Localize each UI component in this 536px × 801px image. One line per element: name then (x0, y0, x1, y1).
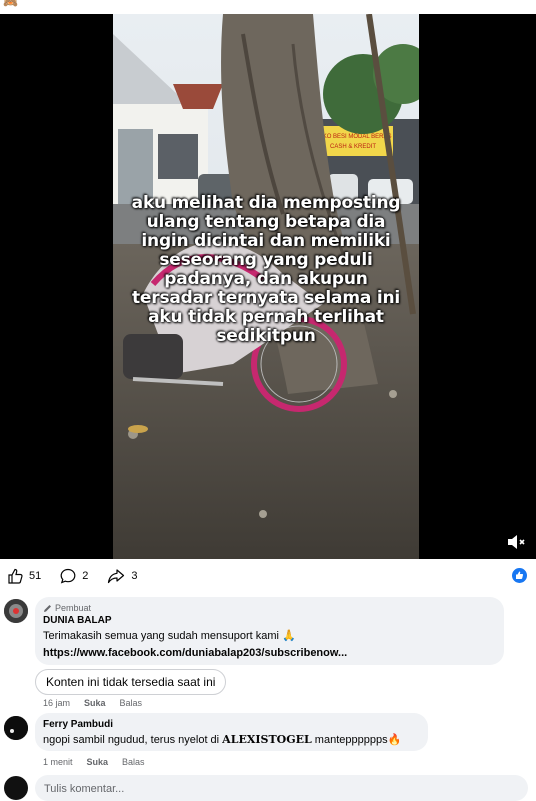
comment-text-bold: ALEXISTOGEL (222, 733, 312, 746)
billboard-text-1: TOKO BESI MODAL BERAS (314, 134, 391, 140)
video-player[interactable]: TOKO BESI MODAL BERAS CASH & KREDIT aku … (0, 14, 536, 559)
action-bar: 51 2 3 (0, 559, 536, 593)
avatar[interactable] (4, 599, 28, 623)
comment-icon (60, 568, 76, 584)
comment-composer: Tulis komentar... (0, 772, 536, 801)
comment-time[interactable]: 1 menit (43, 757, 73, 767)
video-caption: aku melihat dia memposting ulang tentang… (131, 193, 401, 346)
comment-text: Terimakasih semua yang sudah mensuport k… (43, 630, 296, 642)
video-frame: TOKO BESI MODAL BERAS CASH & KREDIT aku … (113, 14, 419, 559)
comment-meta: 16 jam Suka Balas (43, 698, 142, 708)
comment-text-start: ngopi sambil ngudud, terus nyelot di (43, 734, 223, 746)
pencil-icon (44, 604, 51, 612)
comment-text: ngopi sambil ngudud, terus nyelot di ALE… (43, 733, 420, 747)
comment-author[interactable]: Ferry Pambudi (43, 719, 420, 730)
like-count: 51 (29, 570, 42, 582)
billboard-text-2: CASH & KREDIT (330, 144, 376, 150)
badge-label: Pembuat (55, 603, 92, 613)
author-badge: Pembuat (43, 603, 496, 613)
share-count: 3 (131, 570, 138, 582)
comment-bubble: Pembuat DUNIA BALAP Terimakasih semua ya… (35, 597, 504, 665)
comment-like-button[interactable]: Suka (87, 757, 109, 767)
volume-muted-icon[interactable] (506, 533, 526, 551)
comment-bubble: Ferry Pambudi ngopi sambil ngudud, terus… (35, 713, 428, 751)
comment-link[interactable]: https://www.facebook.com/duniabalap203/s… (43, 646, 496, 660)
comment-author[interactable]: DUNIA BALAP (43, 615, 496, 626)
comment-count: 2 (82, 570, 89, 582)
comment-like-button[interactable]: Suka (84, 698, 106, 708)
avatar (4, 776, 28, 800)
avatar[interactable] (4, 716, 28, 740)
top-strip: 🙈 (0, 0, 536, 14)
thumbs-up-icon (8, 568, 23, 584)
emoji-icon: 🙈 (3, 0, 18, 8)
comment-button[interactable]: 2 (60, 568, 88, 584)
share-icon (108, 569, 125, 584)
like-button[interactable]: 51 (7, 568, 41, 584)
share-button[interactable]: 3 (107, 568, 138, 584)
comment-input[interactable]: Tulis komentar... (35, 775, 528, 801)
comment-reply-button[interactable]: Balas (120, 698, 143, 708)
unavailable-notice: Konten ini tidak tersedia saat ini (35, 669, 227, 695)
comment-text-end: mantepppppps🔥 (311, 734, 402, 746)
comment-time[interactable]: 16 jam (43, 698, 70, 708)
reaction-like-icon[interactable] (512, 568, 527, 583)
comment-reply-button[interactable]: Balas (122, 757, 145, 767)
comment-meta: 1 menit Suka Balas (43, 757, 145, 767)
